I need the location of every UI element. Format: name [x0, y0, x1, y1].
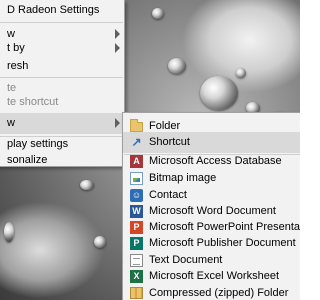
- new-submenu: Folder ↗ Shortcut A Microsoft Access Dat…: [122, 112, 300, 300]
- access-icon: A: [130, 155, 143, 168]
- chevron-right-icon: [115, 118, 120, 128]
- menu-item-label: sonalize: [7, 154, 48, 166]
- menu-item-label: resh: [7, 60, 29, 72]
- menu-item-label: te shortcut: [7, 96, 59, 108]
- chevron-right-icon: [115, 43, 120, 53]
- menu-item-label: D Radeon Settings: [7, 4, 100, 16]
- menu-item-refresh[interactable]: resh: [0, 56, 124, 77]
- menu-separator: [0, 22, 123, 23]
- bitmap-icon: [130, 172, 143, 185]
- desktop-wallpaper[interactable]: D Radeon Settings w t by resh te te shor…: [0, 0, 300, 300]
- zip-folder-icon: [130, 287, 143, 299]
- menu-item-label: Compressed (zipped) Folder: [149, 287, 289, 299]
- folder-icon: [130, 119, 143, 132]
- menu-item-personalize[interactable]: sonalize: [0, 150, 124, 171]
- menu-item-label: Shortcut: [149, 136, 190, 148]
- desktop-context-menu: D Radeon Settings w t by resh te te shor…: [0, 0, 125, 167]
- water-drop: [200, 76, 238, 110]
- water-drop: [236, 68, 246, 78]
- water-drop: [4, 222, 14, 242]
- excel-icon: X: [130, 270, 143, 283]
- publisher-icon: P: [130, 237, 143, 250]
- water-drop: [152, 8, 164, 19]
- new-item-compressed-folder[interactable]: Compressed (zipped) Folder: [123, 283, 300, 300]
- menu-item-label: w: [7, 117, 15, 129]
- water-drop: [94, 236, 106, 248]
- menu-item-radeon-settings[interactable]: D Radeon Settings: [0, 0, 124, 21]
- water-drop: [168, 58, 186, 74]
- new-item-shortcut[interactable]: ↗ Shortcut: [123, 132, 300, 153]
- menu-item-new[interactable]: w: [0, 113, 124, 134]
- menu-item-paste-shortcut: te shortcut: [0, 92, 124, 113]
- water-drop: [80, 180, 94, 190]
- shortcut-icon: ↗: [131, 135, 142, 149]
